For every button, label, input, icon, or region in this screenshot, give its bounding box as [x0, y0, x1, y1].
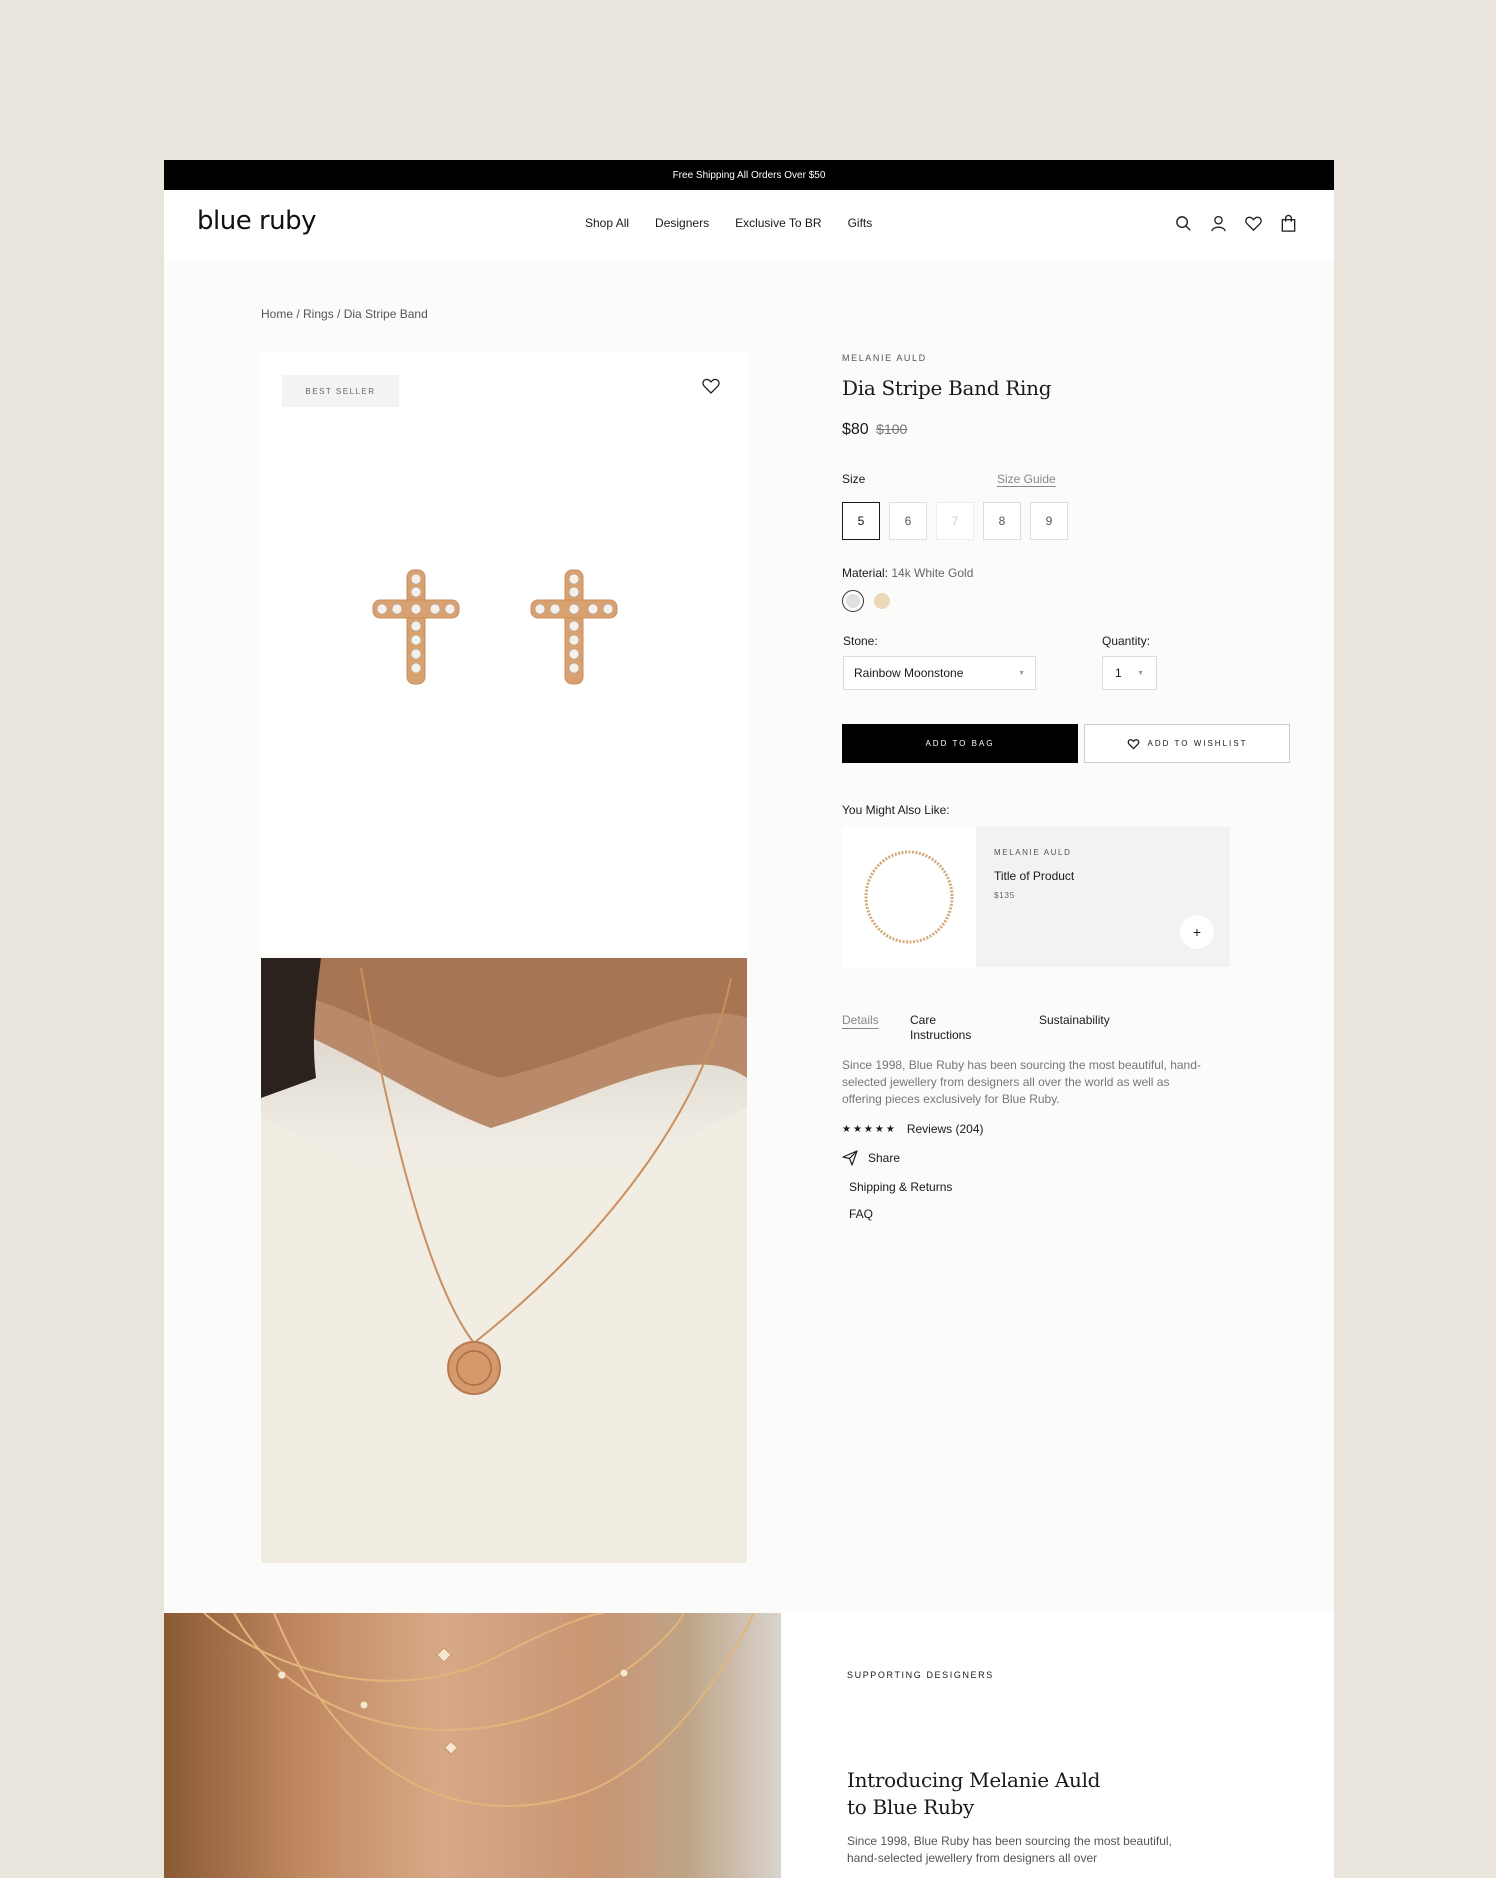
original-price: $100 — [876, 421, 908, 437]
product-brand[interactable]: MELANIE AULD — [842, 353, 1302, 363]
purchase-buttons: ADD TO BAG ADD TO WISHLIST — [842, 724, 1302, 763]
product-title: Dia Stripe Band Ring — [842, 376, 1052, 400]
header-icons — [1174, 214, 1298, 233]
material-value: 14k White Gold — [891, 566, 974, 580]
site-header: blue ruby Shop All Designers Exclusive T… — [164, 190, 1334, 262]
size-option-5[interactable]: 5 — [842, 502, 880, 540]
bracelet-image — [864, 850, 954, 944]
share-row[interactable]: Share — [842, 1150, 1302, 1166]
product-image-main[interactable]: BEST SELLER — [261, 353, 747, 953]
breadcrumb[interactable]: Home / Rings / Dia Stripe Band — [261, 307, 428, 321]
recommended-title[interactable]: Title of Product — [994, 869, 1212, 883]
stone-select-value: Rainbow Moonstone — [854, 666, 964, 680]
section-title-line-1: Introducing Melanie Auld — [847, 1768, 1101, 1792]
chevron-down-icon: ▼ — [1018, 669, 1025, 677]
layered-necklaces-image — [203, 1613, 755, 1807]
nav-gifts[interactable]: Gifts — [848, 216, 873, 230]
product-info-panel: MELANIE AULD Dia Stripe Band Ring $80 $1… — [842, 353, 1302, 1221]
current-price: $80 — [842, 421, 869, 438]
star-rating: ★★★★★ — [842, 1123, 897, 1135]
page-frame: Free Shipping All Orders Over $50 blue r… — [164, 160, 1334, 1878]
image-wishlist-heart-icon[interactable] — [701, 377, 721, 395]
designer-feature-image — [164, 1613, 781, 1878]
nav-designers[interactable]: Designers — [655, 216, 709, 230]
designer-feature-text: SUPPORTING DESIGNERS Introducing Melanie… — [847, 1613, 1267, 1867]
cross-earrings-image — [372, 569, 618, 685]
recommended-product-info: MELANIE AULD Title of Product $135 + — [976, 827, 1230, 967]
share-label: Share — [868, 1151, 901, 1165]
heart-icon — [1127, 738, 1139, 749]
size-option-9[interactable]: 9 — [1030, 502, 1068, 540]
size-option-7[interactable]: 7 — [936, 502, 974, 540]
logo[interactable]: blue ruby — [197, 206, 317, 236]
account-icon[interactable] — [1209, 214, 1228, 233]
search-icon[interactable] — [1174, 214, 1193, 233]
material-row: Material: 14k White Gold — [842, 566, 1302, 580]
size-selector: 5 6 7 8 9 — [842, 502, 1302, 540]
shipping-returns-link[interactable]: Shipping & Returns — [842, 1180, 1302, 1194]
section-kicker: SUPPORTING DESIGNERS — [847, 1670, 994, 1680]
faq-link[interactable]: FAQ — [842, 1207, 1302, 1221]
size-guide-link[interactable]: Size Guide — [997, 472, 1056, 486]
quantity-label: Quantity: — [1102, 634, 1151, 648]
material-swatches — [842, 590, 1302, 612]
size-option-8[interactable]: 8 — [983, 502, 1021, 540]
stone-label: Stone: — [843, 634, 878, 648]
recommended-product-image[interactable] — [842, 827, 976, 967]
nav-exclusive[interactable]: Exclusive To BR — [735, 216, 821, 230]
stone-quantity-row: Stone: Quantity: Rainbow Moonstone ▼ 1 ▼ — [842, 634, 1302, 704]
bag-icon[interactable] — [1279, 214, 1298, 233]
product-image-model[interactable] — [261, 958, 747, 1563]
info-tabs: Details Care Instructions Sustainability — [842, 1013, 1302, 1053]
model-necklace-image — [261, 958, 747, 1563]
wishlist-icon[interactable] — [1244, 214, 1263, 233]
size-option-6[interactable]: 6 — [889, 502, 927, 540]
tab-sustainability[interactable]: Sustainability — [1039, 1013, 1110, 1027]
add-recommended-button[interactable]: + — [1180, 915, 1214, 949]
recommended-product-card[interactable]: MELANIE AULD Title of Product $135 + — [842, 827, 1230, 967]
add-to-wishlist-button[interactable]: ADD TO WISHLIST — [1084, 724, 1290, 763]
chevron-down-icon: ▼ — [1137, 669, 1144, 677]
swatch-yellow-gold[interactable] — [874, 593, 890, 609]
promo-banner: Free Shipping All Orders Over $50 — [164, 160, 1334, 190]
product-price: $80 $100 — [842, 421, 1302, 439]
main-nav: Shop All Designers Exclusive To BR Gifts — [585, 216, 872, 230]
tab-care-instructions[interactable]: Care Instructions — [910, 1013, 990, 1043]
size-row: Size Size Guide — [842, 472, 1302, 488]
add-to-bag-button[interactable]: ADD TO BAG — [842, 724, 1078, 763]
reviews-label: Reviews (204) — [906, 1122, 984, 1136]
designer-feature-section: SUPPORTING DESIGNERS Introducing Melanie… — [164, 1613, 1334, 1878]
nav-shop-all[interactable]: Shop All — [585, 216, 629, 230]
share-icon — [842, 1150, 858, 1166]
also-like-label: You Might Also Like: — [842, 803, 950, 817]
material-label: Material: — [842, 566, 889, 580]
stone-select[interactable]: Rainbow Moonstone ▼ — [843, 656, 1036, 690]
section-title-line-2: to Blue Ruby — [847, 1795, 975, 1819]
details-text: Since 1998, Blue Ruby has been sourcing … — [842, 1058, 1201, 1106]
section-body: Since 1998, Blue Ruby has been sourcing … — [847, 1834, 1172, 1865]
quantity-select[interactable]: 1 ▼ — [1102, 656, 1157, 690]
swatch-white-gold[interactable] — [842, 590, 864, 612]
recommended-brand: MELANIE AULD — [994, 848, 1072, 857]
best-seller-badge: BEST SELLER — [282, 375, 399, 407]
recommended-price: $135 — [994, 891, 1015, 900]
tab-details[interactable]: Details — [842, 1013, 879, 1027]
quantity-select-value: 1 — [1115, 666, 1122, 680]
add-to-wishlist-label: ADD TO WISHLIST — [1147, 739, 1248, 748]
section-title: Introducing Melanie Auld to Blue Ruby — [847, 1767, 1267, 1821]
reviews-row[interactable]: ★★★★★ Reviews (204) — [842, 1122, 1302, 1136]
size-label: Size — [842, 472, 866, 486]
